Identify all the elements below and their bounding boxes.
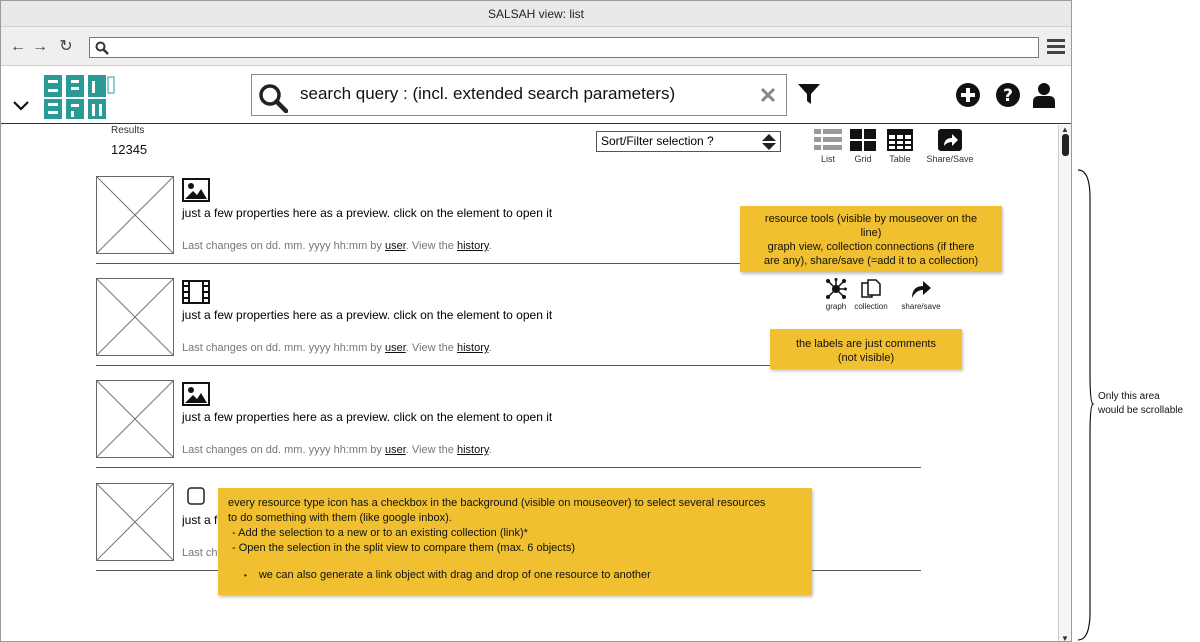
svg-text:?: ? (1003, 86, 1013, 106)
item-description: just a few properties here as a preview.… (182, 206, 553, 220)
table-view-button[interactable]: Table (885, 129, 915, 164)
view-label-grid: Grid (854, 154, 872, 164)
scroll-down-icon[interactable]: ▼ (1061, 634, 1069, 641)
tool-label-graph: graph (825, 302, 847, 311)
user-icon[interactable] (1032, 82, 1056, 108)
image-icon[interactable] (182, 382, 210, 406)
collection-tool[interactable]: collection (850, 278, 892, 311)
salsah-logo[interactable] (44, 73, 116, 121)
scroll-up-icon[interactable]: ▲ (1061, 125, 1069, 134)
window-title: SALSAH view: list (1, 1, 1071, 27)
thumbnail-placeholder[interactable] (96, 176, 174, 254)
table-view-icon (887, 129, 913, 151)
search-icon (95, 41, 109, 55)
list-item[interactable]: just a few properties here as a preview.… (96, 380, 921, 468)
graph-tool[interactable]: graph (823, 278, 849, 311)
scroll-thumb[interactable] (1062, 134, 1069, 156)
checkbox-icon[interactable] (187, 487, 205, 505)
note-labels-comments: the labels are just comments (not visibl… (770, 329, 962, 369)
share-icon (912, 281, 931, 298)
note-scrollable-area: Only this area would be scrollable (1098, 391, 1184, 416)
share-save-tool[interactable]: share/save (896, 278, 946, 311)
search-query-text: search query : (incl. extended search pa… (300, 84, 676, 103)
note-resource-tools: resource tools (visible by mouseover on … (740, 206, 1002, 272)
sort-filter-value: Sort/Filter selection ? (601, 134, 714, 148)
help-icon[interactable]: ? (995, 82, 1021, 108)
results-count: 12345 (111, 142, 148, 157)
add-icon[interactable] (955, 82, 981, 108)
collection-icon (861, 279, 881, 298)
graph-icon (826, 278, 847, 299)
grid-view-icon (850, 129, 876, 151)
search-input[interactable]: search query : (incl. extended search pa… (251, 74, 787, 116)
item-meta: Last ch (182, 547, 218, 559)
chevron-down-icon[interactable] (13, 101, 29, 111)
share-save-icon (938, 129, 962, 151)
clear-search-icon[interactable] (760, 87, 776, 103)
list-view-icon (814, 129, 842, 150)
history-link[interactable]: history (457, 444, 489, 456)
reload-icon[interactable]: ↻ (57, 38, 75, 56)
item-meta: Last changes on dd. mm. yyyy hh:mm by us… (182, 342, 492, 354)
app-header: search query : (incl. extended search pa… (1, 67, 1071, 124)
thumbnail-placeholder[interactable] (96, 380, 174, 458)
grid-view-button[interactable]: Grid (849, 129, 877, 164)
item-description: just a few properties here as a preview.… (182, 410, 553, 424)
share-save-button[interactable]: Share/Save (925, 129, 975, 164)
view-label-list: List (820, 154, 835, 164)
item-meta: Last changes on dd. mm. yyyy hh:mm by us… (182, 240, 492, 252)
view-label-table: Table (889, 154, 911, 164)
search-icon (259, 84, 288, 113)
user-link[interactable]: user (385, 342, 406, 354)
hamburger-menu-icon[interactable] (1047, 39, 1065, 55)
film-icon[interactable] (182, 280, 210, 304)
item-description: just a few properties here as a preview.… (182, 308, 553, 322)
vertical-scrollbar[interactable]: ▲ ▼ (1058, 125, 1071, 641)
item-meta: Last changes on dd. mm. yyyy hh:mm by us… (182, 444, 492, 456)
tool-label-collection: collection (854, 302, 888, 311)
view-label-share-save: Share/Save (926, 154, 974, 164)
history-link[interactable]: history (457, 240, 489, 252)
select-updown-icon (762, 134, 776, 150)
thumbnail-placeholder[interactable] (96, 278, 174, 356)
user-link[interactable]: user (385, 444, 406, 456)
sort-filter-select[interactable]: Sort/Filter selection ? (596, 131, 781, 152)
tool-label-share-save: share/save (901, 302, 941, 311)
image-icon[interactable] (182, 178, 210, 202)
history-link[interactable]: history (457, 342, 489, 354)
filter-icon[interactable] (797, 83, 821, 105)
thumbnail-placeholder[interactable] (96, 483, 174, 561)
forward-arrow-icon[interactable]: → (31, 38, 49, 56)
url-field[interactable] (89, 37, 1039, 58)
back-arrow-icon[interactable]: ← (9, 38, 27, 56)
list-view-button[interactable]: List (813, 129, 843, 164)
browser-toolbar: ← → ↻ (1, 27, 1071, 66)
scroll-area-brace (1077, 169, 1094, 641)
note-checkbox-selection: every resource type icon has a checkbox … (218, 488, 812, 595)
user-link[interactable]: user (385, 240, 406, 252)
results-label: Results (111, 125, 145, 136)
